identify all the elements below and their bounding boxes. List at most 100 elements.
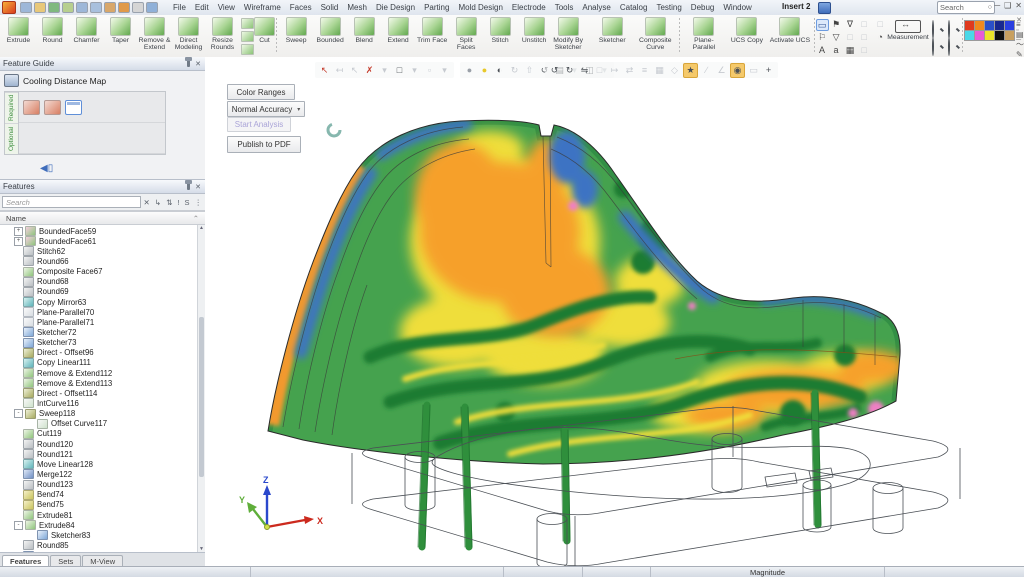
pin-icon[interactable] [187, 60, 190, 67]
pan-icon[interactable] [947, 37, 961, 52]
tree-item[interactable]: + BoundedFace61 [0, 236, 205, 246]
ribbon-button[interactable]: Trim Face [416, 17, 449, 44]
tree-item[interactable]: Merge122 [0, 469, 205, 479]
ribbon-button[interactable]: Modify By Sketcher [552, 17, 585, 52]
ribbon-button[interactable]: Remove & Extend [138, 17, 171, 52]
zoom-selected-icon[interactable] [931, 37, 945, 52]
tree-item[interactable]: Round66 [0, 256, 205, 266]
tree-item[interactable]: Round85 [0, 540, 205, 550]
menu-item[interactable]: View [214, 2, 239, 13]
pin-document-icon[interactable] [104, 2, 116, 13]
select-parting-faces-icon[interactable] [23, 100, 40, 115]
3d-model-view[interactable]: Z X Y [205, 57, 1024, 567]
menu-item[interactable]: Electrode [508, 2, 550, 13]
expand-toggle[interactable]: - [14, 409, 23, 418]
import-model-icon[interactable] [48, 2, 60, 13]
annotation-icon[interactable]: □ [844, 32, 857, 44]
feature-guide-vtab[interactable]: Optional [5, 123, 18, 154]
tree-item[interactable]: Sketcher73 [0, 338, 205, 348]
menu-item[interactable]: Testing [652, 2, 685, 13]
ribbon-button[interactable]: Bounded [314, 17, 347, 44]
tree-item[interactable]: Round69 [0, 287, 205, 297]
measurement-button[interactable]: Measurement [887, 17, 929, 41]
ribbon-button[interactable]: Taper [104, 17, 137, 44]
annotation-icon[interactable]: ▭ [816, 19, 829, 31]
tree-item[interactable]: Plane-Parallel70 [0, 307, 205, 317]
open-icon[interactable] [34, 2, 46, 13]
menu-item[interactable]: Parting [420, 2, 453, 13]
tree-item[interactable]: Round123 [0, 480, 205, 490]
ribbon-button[interactable]: Stitch [484, 17, 517, 44]
close-icon[interactable]: ✕ [195, 60, 201, 68]
annotation-icon[interactable]: □ [858, 19, 871, 31]
monitor-icon[interactable] [146, 2, 158, 13]
ribbon-button[interactable]: Direct Modeling [172, 17, 205, 52]
ribbon-collapse-icon[interactable]: ▫ [1016, 27, 1022, 34]
tree-item[interactable]: Offset Curve117 [0, 419, 205, 429]
menu-item[interactable]: Window [719, 2, 755, 13]
ribbon-button[interactable]: Activate UCS [769, 17, 811, 44]
graphics-viewport[interactable]: ↖↤↖✗▾□▾▫▾ ●●◐↻⇧↺▤▾◫▾ ↺↻⇋□↦⇄≡▦◇★∕∠◉▭+ Col… [205, 57, 1024, 567]
tree-item[interactable]: Plane-Parallel71 [0, 317, 205, 327]
annotation-icon[interactable]: ⚑ [830, 19, 843, 31]
export-model-icon[interactable] [62, 2, 74, 13]
history-icon[interactable]: ◔ [873, 32, 887, 44]
search-tool-icon[interactable]: ⇅ [165, 198, 173, 207]
ribbon-button[interactable]: Resize Rounds [206, 17, 239, 52]
menu-item[interactable]: Catalog [616, 2, 652, 13]
close-button[interactable]: ✕ [1015, 1, 1022, 10]
color-swatch[interactable] [1004, 30, 1015, 41]
annotation-icon[interactable]: □ [858, 32, 871, 44]
tree-scrollbar[interactable]: ▲ ▼ [197, 225, 205, 552]
tree-item[interactable]: Remove & Extend112 [0, 368, 205, 378]
tree-item[interactable]: Round121 [0, 449, 205, 459]
zoom-dynamic-icon[interactable] [947, 20, 961, 35]
menu-item[interactable]: Wireframe [240, 2, 285, 13]
tree-item[interactable]: IntCurve116 [0, 398, 205, 408]
tree-item[interactable]: Cut119 [0, 429, 205, 439]
tree-item[interactable]: Copy Linear111 [0, 358, 205, 368]
restore-button[interactable]: ❑ [1004, 1, 1011, 10]
tree-item[interactable]: Direct - Offset96 [0, 348, 205, 358]
saved-views-icon[interactable] [90, 2, 102, 13]
tree-item[interactable]: - Extrude84 [0, 520, 205, 530]
tree-item[interactable]: Stitch62 [0, 246, 205, 256]
pin-icon[interactable] [187, 183, 190, 190]
tree-item[interactable]: Composite Face67 [0, 267, 205, 277]
ribbon-button[interactable]: UCS Copy [726, 17, 768, 44]
tree-item[interactable]: Sketcher72 [0, 327, 205, 337]
expand-toggle[interactable]: + [14, 237, 23, 246]
menu-item[interactable]: Edit [191, 2, 213, 13]
ribbon-button[interactable]: Unstitch [518, 17, 551, 44]
face-tool-3[interactable] [241, 44, 254, 55]
annotation-icon[interactable]: □ [858, 45, 871, 57]
annotation-icon[interactable]: ▦ [844, 45, 857, 57]
menu-item[interactable]: Solid [317, 2, 343, 13]
tree-item[interactable]: Extrude81 [0, 510, 205, 520]
tree-item[interactable]: Bend75 [0, 500, 205, 510]
preview-window-icon[interactable] [65, 100, 82, 115]
minimize-button[interactable]: ─ [994, 1, 1000, 10]
menu-item[interactable]: Tools [551, 2, 578, 13]
ribbon-button[interactable]: Plane-Parallel [683, 17, 725, 52]
undo-icon[interactable] [118, 2, 130, 13]
ribbon-button-cut[interactable]: Cut [254, 17, 275, 44]
annotation-icon[interactable]: ∇ [844, 19, 857, 31]
ribbon-button[interactable]: Composite Curve [634, 17, 676, 52]
menu-item[interactable]: File [169, 2, 190, 13]
ribbon-button[interactable]: Split Faces [450, 17, 483, 52]
features-search-input[interactable]: Search [2, 196, 141, 208]
annotation-icon[interactable]: ▽ [830, 32, 843, 44]
search-tool-icon[interactable]: S [183, 198, 190, 207]
tree-item[interactable]: Copy Mirror63 [0, 297, 205, 307]
feature-guide-vtab[interactable]: Required [5, 92, 18, 123]
face-tool-1[interactable] [241, 18, 254, 29]
screen-capture-icon[interactable] [76, 2, 88, 13]
menu-item[interactable]: Die Design [372, 2, 419, 13]
menu-item[interactable]: Debug [687, 2, 719, 13]
search-tool-icon[interactable]: ↳ [154, 198, 162, 207]
search-tool-icon[interactable]: ⋮ [194, 198, 204, 207]
ribbon-collapse-icon[interactable]: ✕ [1016, 16, 1022, 24]
tree-column-header[interactable]: Name ⌃ [0, 211, 205, 225]
tree-item[interactable]: Bend74 [0, 490, 205, 500]
